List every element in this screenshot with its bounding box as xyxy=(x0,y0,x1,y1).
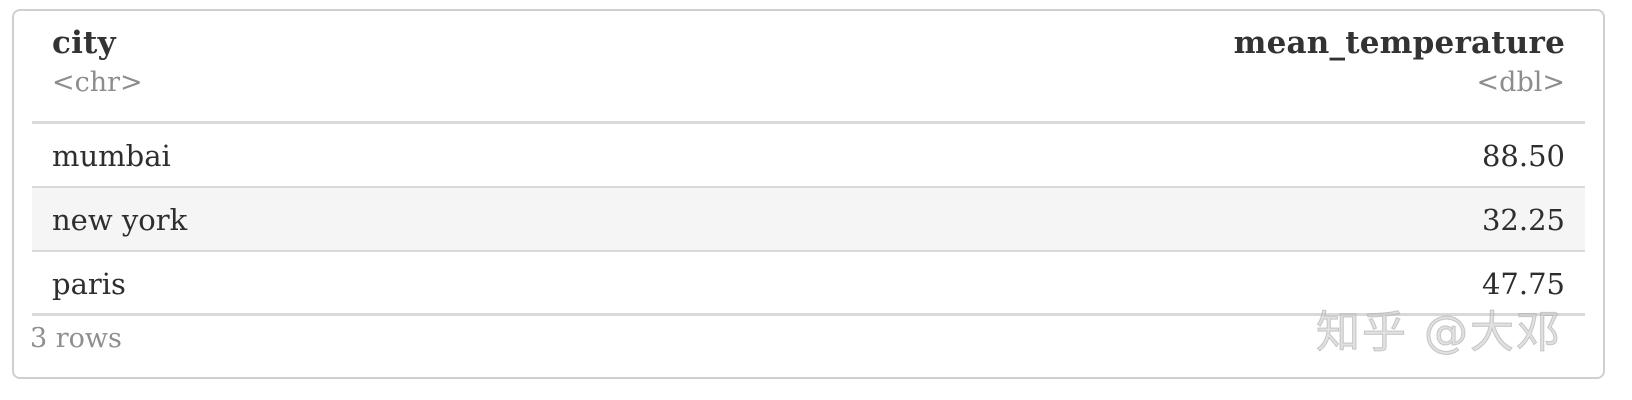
column-type-city: <chr> xyxy=(52,67,143,98)
cell-mean-temperature: 88.50 xyxy=(1481,139,1565,173)
cell-city: mumbai xyxy=(52,139,171,173)
cell-city: paris xyxy=(52,267,126,301)
column-header-city[interactable]: city xyxy=(52,25,116,61)
cell-mean-temperature: 32.25 xyxy=(1481,203,1565,237)
column-type-mean-temperature: <dbl> xyxy=(1476,67,1565,98)
watermark-text: 知乎 @大邓 xyxy=(1316,307,1562,359)
table-header: city <chr> mean_temperature <dbl> xyxy=(32,11,1585,124)
data-table: city <chr> mean_temperature <dbl> mumbai… xyxy=(32,11,1585,316)
table-row: mumbai 88.50 xyxy=(32,124,1585,188)
table-row: new york 32.25 xyxy=(32,188,1585,252)
row-count-label: 3 rows xyxy=(30,323,122,354)
column-header-mean-temperature[interactable]: mean_temperature xyxy=(1234,25,1565,61)
cell-city: new york xyxy=(52,203,188,237)
